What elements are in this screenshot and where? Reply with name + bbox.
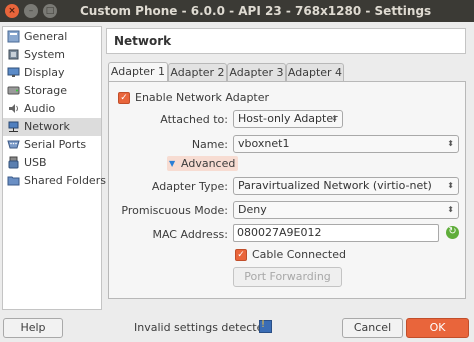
- sidebar-item-usb[interactable]: USB: [3, 154, 101, 172]
- page-header: Network: [106, 28, 466, 54]
- minimize-window-icon[interactable]: –: [24, 4, 38, 18]
- cable-connected-label: Cable Connected: [252, 248, 346, 261]
- ok-button[interactable]: OK: [406, 318, 469, 338]
- cancel-button[interactable]: Cancel: [342, 318, 403, 338]
- spin-arrows-icon: ⬍: [447, 205, 454, 214]
- settings-sidebar: General System Display Storage Audio Net…: [2, 26, 106, 310]
- general-icon: [7, 30, 20, 43]
- spin-arrows-icon: ⬍: [447, 139, 454, 148]
- network-icon: [8, 121, 19, 132]
- sidebar-item-audio[interactable]: Audio: [3, 100, 101, 118]
- page-title: Network: [114, 34, 172, 48]
- promiscuous-mode-select[interactable]: Deny ⬍: [233, 201, 459, 219]
- name-select[interactable]: vboxnet1 ⬍: [233, 135, 459, 153]
- display-icon: [7, 67, 20, 77]
- cable-connected-checkbox[interactable]: ✓: [235, 249, 247, 261]
- sidebar-item-serial-ports[interactable]: Serial Ports: [3, 136, 101, 154]
- window-title: Custom Phone - 6.0.0 - API 23 - 768x1280…: [80, 4, 432, 18]
- tab-adapter-2[interactable]: Adapter 2: [168, 63, 227, 82]
- triangle-down-icon: ▼: [169, 159, 176, 168]
- promiscuous-mode-label: Promiscuous Mode:: [121, 204, 228, 217]
- enable-adapter-checkbox[interactable]: ✓: [118, 92, 130, 104]
- close-window-icon[interactable]: ×: [5, 4, 19, 18]
- sidebar-item-general[interactable]: General: [3, 28, 101, 46]
- help-button[interactable]: Help: [3, 318, 63, 338]
- spin-arrows-icon: ⬍: [331, 114, 338, 123]
- audio-icon: [9, 104, 18, 113]
- name-label: Name:: [191, 138, 228, 151]
- refresh-mac-icon[interactable]: ↻: [446, 226, 459, 239]
- adapter-type-select[interactable]: Paravirtualized Network (virtio-net) ⬍: [233, 177, 459, 195]
- sidebar-item-system[interactable]: System: [3, 46, 101, 64]
- attached-to-label: Attached to:: [160, 113, 228, 126]
- port-forwarding-button[interactable]: Port Forwarding: [233, 267, 342, 287]
- warning-icon[interactable]: !: [259, 319, 272, 333]
- storage-icon: [7, 86, 20, 95]
- title-bar: × – □ Custom Phone - 6.0.0 - API 23 - 76…: [0, 0, 474, 22]
- sidebar-item-shared-folders[interactable]: Shared Folders: [3, 172, 106, 190]
- serial-ports-icon: [7, 140, 20, 149]
- spin-arrows-icon: ⬍: [447, 181, 454, 190]
- advanced-toggle[interactable]: ▼ Advanced: [167, 156, 239, 171]
- sidebar-item-storage[interactable]: Storage: [3, 82, 101, 100]
- mac-address-label: MAC Address:: [152, 228, 228, 241]
- tab-adapter-1[interactable]: Adapter 1: [108, 62, 168, 83]
- enable-adapter-label: Enable Network Adapter: [135, 91, 270, 104]
- status-text: Invalid settings detected: [134, 321, 271, 334]
- attached-to-select[interactable]: Host-only Adapter ⬍: [233, 110, 343, 128]
- tab-adapter-4[interactable]: Adapter 4: [286, 63, 344, 82]
- sidebar-item-display[interactable]: Display: [3, 64, 101, 82]
- tab-adapter-3[interactable]: Adapter 3: [227, 63, 286, 82]
- usb-icon: [8, 156, 19, 169]
- system-icon: [8, 49, 19, 60]
- shared-folders-icon: [7, 176, 20, 186]
- sidebar-item-network[interactable]: Network: [3, 118, 101, 136]
- maximize-window-icon[interactable]: □: [43, 4, 57, 18]
- mac-address-field[interactable]: 080027A9E012: [233, 224, 439, 242]
- adapter-type-label: Adapter Type:: [151, 180, 228, 193]
